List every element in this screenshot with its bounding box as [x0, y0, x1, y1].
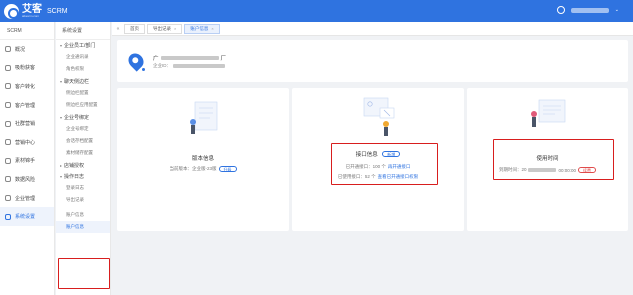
interface-illustration-icon	[363, 97, 395, 136]
sidebar-item-customers[interactable]: 客户管理	[0, 96, 54, 115]
subnav-group-shop-auth[interactable]: ▸ 店铺授权	[56, 161, 110, 171]
usage-illustration-icon	[531, 99, 566, 127]
top-bar: 艾客 aikesrm.com SCRM ⌄	[0, 0, 633, 22]
company-name: 广 厂	[153, 56, 227, 62]
sidebar-item-overview[interactable]: 概况	[0, 40, 54, 59]
subnav-item-sidebar-app-config[interactable]: 侧边栏应用配置	[56, 99, 110, 111]
sidebar-item-settings[interactable]: 系统设置	[0, 207, 54, 226]
subnav-item-contacts[interactable]: 企业通讯录	[56, 51, 110, 63]
close-icon[interactable]: ×	[174, 24, 176, 34]
version-illustration-icon	[190, 101, 218, 134]
subnav-item-binding[interactable]: 企业号绑定	[56, 123, 110, 135]
user-icon	[556, 6, 565, 14]
sidebar-item-marketing[interactable]: 营销中心	[0, 133, 54, 152]
marketing-icon	[5, 139, 11, 146]
logo-mark-icon	[4, 3, 19, 19]
user-add-icon	[5, 64, 11, 71]
tab-bar: « 首页 导出记录 × 账户信息 ×	[112, 22, 633, 36]
highlight-box-subnav	[58, 258, 110, 289]
subnav-item-account-info[interactable]: 账户信息	[56, 209, 110, 221]
customer-icon	[5, 102, 11, 109]
caret-down-icon: ▾	[60, 114, 63, 120]
caret-right-icon: ▸	[60, 162, 63, 168]
tab-account-info[interactable]: 账户信息 ×	[184, 23, 220, 34]
sidebar-title: SCRM	[0, 22, 54, 40]
version-line: 当前版本：企业版-23版 升级	[117, 166, 289, 172]
sidebar-item-acquisition[interactable]: 吸粉获客	[0, 59, 54, 78]
user-menu[interactable]: ⌄	[556, 6, 619, 14]
version-title: 版本信息	[191, 156, 214, 162]
data-icon	[5, 176, 11, 183]
chevron-down-icon[interactable]: ⌄	[615, 7, 619, 13]
user-name-redacted	[570, 7, 609, 13]
subnav-group-binding[interactable]: ▾ 企业号绑定	[56, 113, 110, 123]
tab-home[interactable]: 首页	[124, 23, 145, 34]
redacted-text	[173, 64, 225, 68]
highlight-box-interface	[331, 143, 438, 185]
tab-export-log[interactable]: 导出记录 ×	[147, 23, 183, 34]
close-icon[interactable]: ×	[211, 24, 213, 34]
upgrade-button[interactable]: 升级	[218, 166, 237, 172]
app-logo[interactable]: 艾客 aikesrm.com SCRM	[4, 3, 68, 19]
settings-subnav: 系统设置 ▾ 企业员工/部门 企业通讯录 角色权限 ▾ 聊天侧边栏 侧边栏配置 侧边…	[56, 22, 167, 295]
redacted-text	[160, 56, 219, 60]
verified-badge-icon	[141, 67, 146, 72]
settings-icon	[5, 213, 11, 220]
subnav-group-staff[interactable]: ▾ 企业员工/部门	[56, 41, 110, 51]
sidebar-item-materials[interactable]: 素材锦手	[0, 152, 54, 171]
primary-sidebar: SCRM 概况 吸粉获客 客户转化 客户管理 社群营销 营销中心 素材锦手 数据…	[0, 22, 55, 295]
caret-down-icon: ▾	[60, 43, 63, 48]
subnav-item-export-log[interactable]: 导出记录	[56, 194, 110, 206]
highlight-box-usage	[493, 139, 614, 180]
group-icon	[5, 120, 11, 127]
logo-name: 艾客	[22, 3, 42, 15]
subnav-item-archive-config[interactable]: 会话存档配置	[56, 135, 110, 147]
sidebar-item-conversion[interactable]: 客户转化	[0, 77, 54, 96]
home-icon	[5, 46, 11, 53]
subnav-item-account-info-active[interactable]: 账户信息	[56, 220, 110, 234]
tab-scroll-left-icon[interactable]: «	[114, 26, 122, 32]
caret-down-icon: ▾	[60, 78, 63, 84]
sidebar-item-community[interactable]: 社群营销	[0, 114, 54, 133]
material-icon	[5, 157, 11, 164]
subnav-item-sidebar-config[interactable]: 侧边栏配置	[56, 87, 110, 99]
logo-subtitle: aikesrm.com	[22, 13, 40, 18]
sidebar-item-enterprise[interactable]: 企业管理	[0, 189, 54, 208]
app-name: SCRM	[47, 7, 68, 15]
convert-icon	[5, 83, 11, 90]
version-card: 版本信息 当前版本：企业版-23版 升级	[117, 88, 289, 231]
subnav-title: 系统设置	[56, 22, 110, 40]
subnav-item-roles[interactable]: 角色权限	[56, 63, 110, 75]
subnav-group-sidebar[interactable]: ▾ 聊天侧边栏	[56, 77, 110, 87]
sidebar-item-data-risk[interactable]: 数据风险	[0, 170, 54, 189]
subnav-item-login-log[interactable]: 登录日志	[56, 182, 110, 194]
subnav-group-logs[interactable]: ▾ 操作日志	[56, 172, 110, 182]
company-header: 广 厂 企业ID：	[117, 40, 628, 82]
caret-down-icon: ▾	[60, 173, 63, 179]
company-id: 企业ID：	[153, 63, 225, 69]
subnav-item-storage-config[interactable]: 素材储存配置	[56, 147, 110, 159]
enterprise-icon	[5, 195, 11, 202]
